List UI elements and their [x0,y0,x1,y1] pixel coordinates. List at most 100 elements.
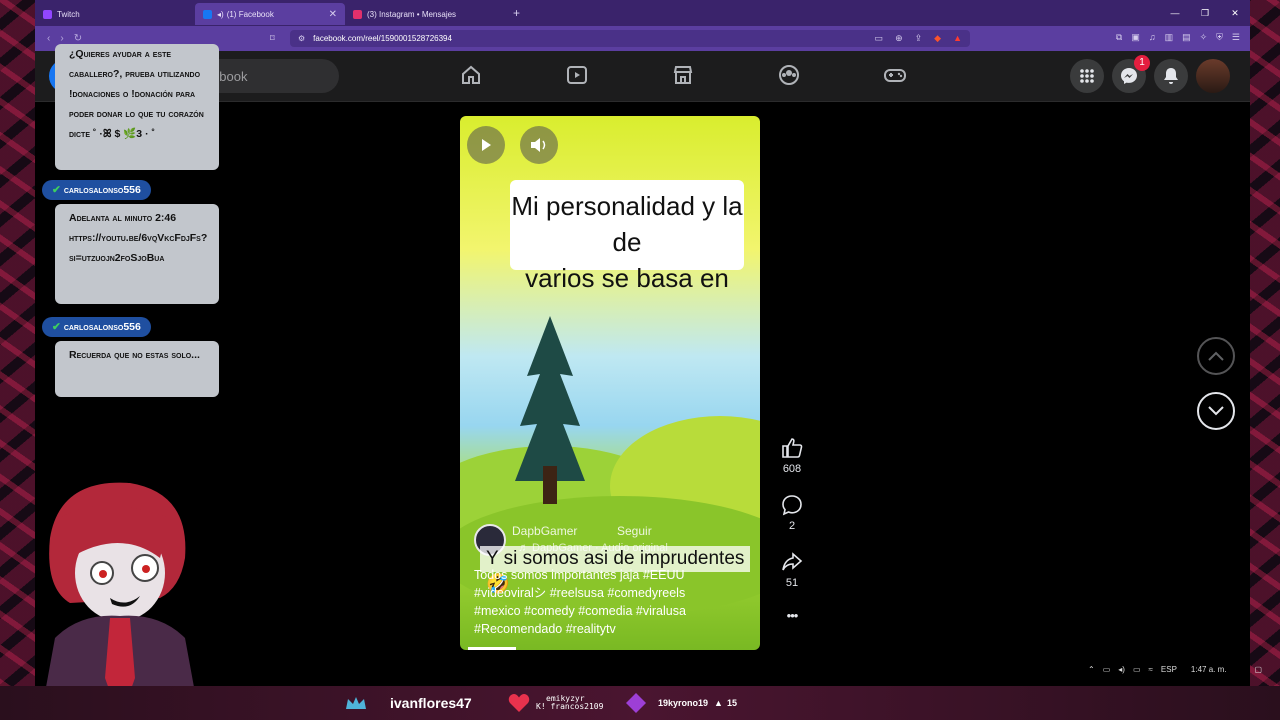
facebook-right-controls: 1 [1070,55,1230,93]
tab-label: Twitch [57,9,80,19]
next-reel-button[interactable] [1197,392,1235,430]
messenger-button[interactable]: 1 [1112,55,1150,93]
window-controls: — ❐ ✕ [1160,0,1250,26]
wallet-icon[interactable]: ▤ [1182,32,1191,43]
chevron-up-icon [1208,351,1224,361]
share-icon[interactable]: ⇪ [915,33,923,44]
tab-instagram[interactable]: (3) Instagram • Mensajes [345,3,505,25]
chevron-up-icon[interactable]: ⌃ [1088,665,1095,674]
latest-sub: 19kyrono19 ▲ 15 [625,686,737,720]
nav-buttons: ‹ › ↻ [35,33,267,44]
share-button[interactable]: 51 [777,551,807,608]
vpn-icon[interactable]: ⛨ [1216,32,1223,43]
minimize-button[interactable]: — [1160,0,1190,26]
brave-shield-icon[interactable]: ◆ [934,33,941,44]
back-icon[interactable]: ‹ [47,33,50,44]
reel-video[interactable]: Mi personalidad y la de varios se basa e… [460,116,760,650]
extensions-bar: ⧉ ▣ ♫ ▥ ▤ ✧ ⛨ ☰ [1116,32,1240,43]
menu-grid-button[interactable] [1070,59,1104,93]
zoom-icon[interactable]: ⊕ [895,33,903,44]
close-tab-icon[interactable]: ✕ [329,9,337,20]
more-options-button[interactable]: ••• [777,608,807,665]
system-tray: ⌃ ▭ ◂) ▭ ≈ ESP 1:47 a. m. ▢ [1088,665,1262,674]
play-button[interactable] [467,126,505,164]
pine-tree [515,316,585,504]
like-button[interactable]: 608 [777,437,807,494]
url-text: facebook.com/reel/1590001528726394 [313,34,452,43]
sub-arrow-icon: ▲ [714,698,723,708]
sub-user: 19kyrono19 [658,698,709,708]
mute-button[interactable] [520,126,558,164]
video-caption: Mi personalidad y la de varios se basa e… [510,180,744,293]
bookmark-icon[interactable]: ⌑ [270,33,275,44]
description-line[interactable]: #Recomendado #realitytv [474,620,754,638]
home-icon[interactable] [418,63,524,92]
volume-icon[interactable]: ◂) [1118,665,1125,674]
previous-reel-button[interactable] [1197,337,1235,375]
video-progress-bar[interactable] [468,647,517,650]
new-tab-button[interactable]: + [513,6,520,20]
music-icon[interactable]: ♫ [1149,32,1156,43]
description-line[interactable]: #videoviralシ #reelsusa #comedyreels [474,584,754,602]
extension-icon[interactable]: ▣ [1131,32,1140,43]
reel-actions: 608 2 51 ••• [777,437,807,665]
forward-icon[interactable]: › [60,33,63,44]
description-line[interactable]: #mexico #comedy #comedia #viralusa [474,602,754,620]
chat-message: ¿Quieres ayudar a este caballero?, prueb… [55,44,219,170]
reload-icon[interactable]: ↻ [74,33,82,44]
wifi-icon[interactable]: ≈ [1149,665,1153,674]
description-line: Todos somos importantes jaja #EEUU [474,568,685,582]
tab-label: (1) Facebook [226,9,274,19]
video-icon[interactable] [524,63,630,92]
notifications-button[interactable] [1154,59,1188,93]
grid-icon [1080,69,1094,83]
like-count: 608 [782,463,802,475]
facebook-icon [203,9,212,19]
maximize-button[interactable]: ❐ [1190,0,1220,26]
url-box[interactable]: ⌑ ⚙ facebook.com/reel/1590001528726394 ▭… [270,30,970,47]
vtuber-avatar [40,482,200,720]
comment-button[interactable]: 2 [777,494,807,551]
battery-icon[interactable]: ▭ [1103,665,1111,674]
language-indicator[interactable]: ESP [1161,665,1177,674]
instagram-icon [353,9,362,19]
url-actions: ▭ ⊕ ⇪ ◆ ▲ [875,33,962,44]
gem-icon [626,693,646,713]
twitch-icon [43,9,52,19]
notification-badge: 1 [1134,55,1150,71]
notifications-icon[interactable]: ▢ [1255,665,1263,674]
crown-icon [346,697,366,709]
thumbs-up-icon [782,438,803,458]
ai-icon[interactable]: ✧ [1200,32,1208,43]
site-info-icon[interactable]: ⚙ [298,34,305,43]
tab-facebook[interactable]: ◂) (1) Facebook ✕ [195,3,345,25]
marketplace-icon[interactable] [630,63,736,92]
top-user-name: ivanflores47 [390,695,472,711]
tab-bar: Twitch ◂) (1) Facebook ✕ (3) Instagram •… [35,0,1250,26]
clock[interactable]: 1:47 a. m. [1191,665,1227,674]
chat-message: Recuerda que no estas solo... [55,341,219,397]
groups-icon[interactable] [736,63,842,92]
menu-icon[interactable]: ☰ [1232,32,1240,43]
volume-icon [531,138,546,152]
brave-rewards-icon[interactable]: ▲ [953,33,962,44]
tab-twitch[interactable]: Twitch [35,3,195,25]
follower-bottom: K! francos2109 [536,702,604,711]
follow-button[interactable]: Seguir [617,524,652,538]
chat-username: ✔ carlosalonso556 [42,317,151,337]
share-count: 51 [785,577,799,589]
comment-count: 2 [788,520,796,532]
owner-name[interactable]: DapbGamer [512,524,577,538]
extension-icon[interactable]: ⧉ [1116,32,1122,43]
username-text: carlosalonso556 [63,184,141,196]
comment-icon [782,495,802,516]
network-icon[interactable]: ▭ [1133,665,1141,674]
profile-avatar[interactable] [1196,59,1230,93]
cast-icon[interactable]: ▭ [875,33,884,44]
tab-label: (3) Instagram • Mensajes [367,9,457,19]
close-window-button[interactable]: ✕ [1220,0,1250,26]
latest-follower: emikyzyr K! francos2109 [508,686,603,720]
gaming-icon[interactable] [842,63,948,92]
sidebar-icon[interactable]: ▥ [1165,32,1174,43]
follower-names: emikyzyr K! francos2109 [536,695,603,711]
